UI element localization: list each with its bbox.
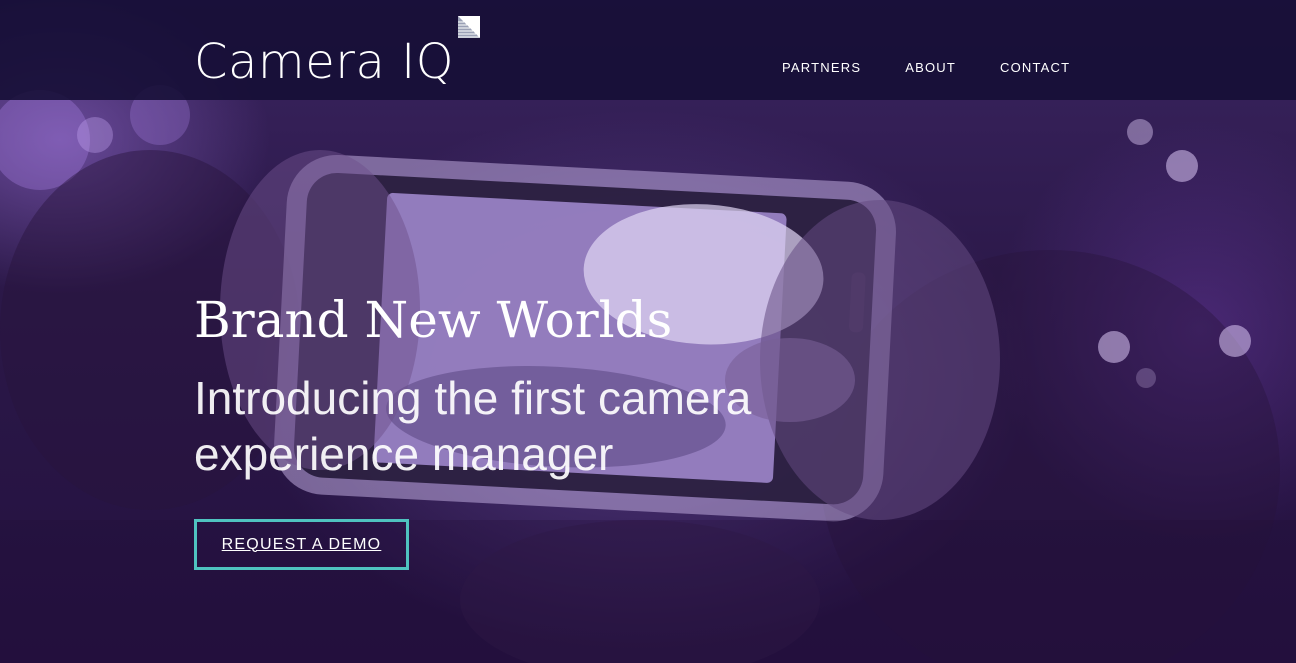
nav-link-about[interactable]: ABOUT (883, 60, 978, 80)
brand-logo[interactable]: Camera IQ (194, 16, 494, 90)
nav-link-contact[interactable]: CONTACT (978, 60, 1092, 80)
hero-title: Brand New Worlds (194, 291, 673, 349)
nav-link-partners[interactable]: PARTNERS (760, 60, 883, 80)
request-demo-button[interactable]: REQUEST A DEMO (194, 519, 409, 570)
hero-subtitle: Introducing the first camera experience … (194, 372, 752, 480)
site-header: Camera IQ PARTNERS ABOUT CONTACT (0, 0, 1296, 100)
striped-triangle-mark-icon (458, 16, 480, 38)
main-nav: PARTNERS ABOUT CONTACT (760, 60, 1092, 80)
brand-name: Camera IQ (194, 34, 455, 90)
